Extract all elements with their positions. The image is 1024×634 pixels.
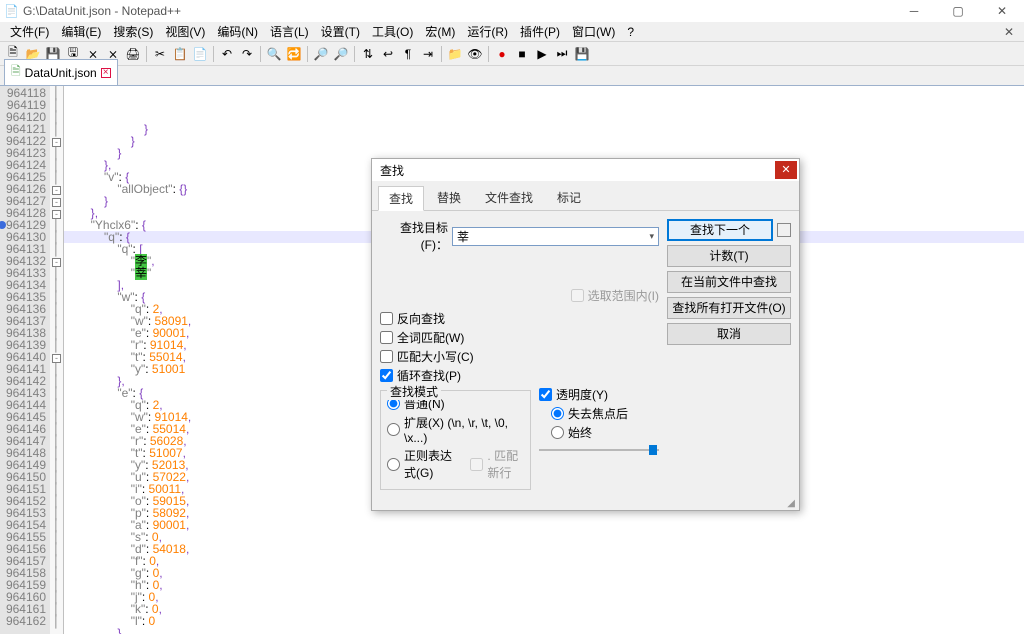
- find-target-label: 查找目标(F)：: [380, 219, 452, 253]
- trans-onlose-radio[interactable]: [551, 407, 564, 420]
- menubar-close-icon[interactable]: ✕: [998, 25, 1020, 39]
- mode-extended-radio[interactable]: [387, 423, 400, 436]
- dialog-close-button[interactable]: ✕: [775, 161, 797, 179]
- tab-label: DataUnit.json: [25, 66, 97, 80]
- redo-icon[interactable]: ↷: [238, 45, 256, 63]
- titlebar: 📄 G:\DataUnit.json - Notepad++ ─ ▢ ✕: [0, 0, 1024, 22]
- tab-find[interactable]: 查找: [378, 186, 424, 211]
- search-mode-title: 查找模式: [387, 383, 441, 400]
- menu-plugins[interactable]: 插件(P): [514, 21, 566, 42]
- menu-run[interactable]: 运行(R): [461, 21, 514, 42]
- paste-icon[interactable]: 📄: [191, 45, 209, 63]
- menu-encoding[interactable]: 编码(N): [211, 21, 264, 42]
- transparency-slider[interactable]: [539, 445, 659, 455]
- monitor-icon[interactable]: 👁: [466, 45, 484, 63]
- menu-view[interactable]: 视图(V): [159, 21, 211, 42]
- menu-macro[interactable]: 宏(M): [419, 21, 461, 42]
- dot-newline-label: . 匹配新行: [487, 447, 524, 481]
- transparency-checkbox[interactable]: [539, 388, 552, 401]
- dot-newline-checkbox: [470, 458, 483, 471]
- trans-always-radio[interactable]: [551, 426, 564, 439]
- zoomin-icon[interactable]: 🔎: [312, 45, 330, 63]
- stop-icon[interactable]: ■: [513, 45, 531, 63]
- in-selection-label: 选取范围内(I): [588, 287, 659, 304]
- transparency-title: 透明度(Y): [556, 386, 608, 403]
- count-button[interactable]: 计数(T): [667, 245, 791, 267]
- cut-icon[interactable]: ✂: [151, 45, 169, 63]
- menu-window[interactable]: 窗口(W): [566, 21, 621, 42]
- dialog-title: 查找: [380, 162, 404, 179]
- play-icon[interactable]: ▶: [533, 45, 551, 63]
- menu-lang[interactable]: 语言(L): [264, 21, 315, 42]
- trans-always-label: 始终: [568, 424, 592, 441]
- indent-icon[interactable]: ⇥: [419, 45, 437, 63]
- rec-icon[interactable]: ●: [493, 45, 511, 63]
- zoomout-icon[interactable]: 🔎: [332, 45, 350, 63]
- tab-file-icon: 🗎: [11, 62, 21, 83]
- line-gutter[interactable]: 9641189641199641209641219641229641239641…: [0, 86, 50, 634]
- wrap-icon[interactable]: ↩: [379, 45, 397, 63]
- resize-grip-icon[interactable]: ◢: [372, 498, 799, 510]
- close-button[interactable]: ✕: [980, 0, 1024, 22]
- menu-settings[interactable]: 设置(T): [315, 21, 366, 42]
- match-case-label: 匹配大小写(C): [397, 348, 474, 365]
- dialog-titlebar[interactable]: 查找 ✕: [372, 159, 799, 181]
- window-title: G:\DataUnit.json - Notepad++: [23, 4, 181, 18]
- find-target-input[interactable]: 莘 ▾: [452, 227, 659, 246]
- menu-file[interactable]: 文件(F): [4, 21, 55, 42]
- playmulti-icon[interactable]: ⏭: [553, 45, 571, 63]
- match-case-checkbox[interactable]: [380, 350, 393, 363]
- menubar: 文件(F) 编辑(E) 搜索(S) 视图(V) 编码(N) 语言(L) 设置(T…: [0, 22, 1024, 42]
- tab-mark[interactable]: 标记: [546, 185, 592, 210]
- wrap-checkbox[interactable]: [380, 369, 393, 382]
- menu-tools[interactable]: 工具(O): [366, 21, 419, 42]
- savemacro-icon[interactable]: 💾: [573, 45, 591, 63]
- find-icon[interactable]: 🔍: [265, 45, 283, 63]
- find-dialog: 查找 ✕ 查找 替换 文件查找 标记 查找目标(F)： 莘 ▾ 选取范围内(I)…: [371, 158, 800, 511]
- cancel-button[interactable]: 取消: [667, 323, 791, 345]
- menu-edit[interactable]: 编辑(E): [55, 21, 107, 42]
- folder-icon[interactable]: 📁: [446, 45, 464, 63]
- document-tabs: 🗎 DataUnit.json ×: [0, 66, 1024, 86]
- sync-icon[interactable]: ⇅: [359, 45, 377, 63]
- dialog-tabs: 查找 替换 文件查找 标记: [372, 181, 799, 211]
- chevron-down-icon[interactable]: ▾: [649, 231, 654, 242]
- find-target-value: 莘: [457, 228, 469, 245]
- reverse-label: 反向查找: [397, 310, 445, 327]
- find-in-all-open-button[interactable]: 查找所有打开文件(O): [667, 297, 791, 319]
- minimize-button[interactable]: ─: [892, 0, 936, 22]
- menu-help[interactable]: ?: [621, 23, 640, 41]
- find-in-current-button[interactable]: 在当前文件中查找: [667, 271, 791, 293]
- maximize-button[interactable]: ▢: [936, 0, 980, 22]
- showall-icon[interactable]: ¶: [399, 45, 417, 63]
- tab-dataunit[interactable]: 🗎 DataUnit.json ×: [4, 59, 118, 85]
- undo-icon[interactable]: ↶: [218, 45, 236, 63]
- find-next-button[interactable]: 查找下一个: [667, 219, 773, 241]
- print-icon[interactable]: 🖨: [124, 45, 142, 63]
- mode-regex-radio[interactable]: [387, 458, 400, 471]
- tab-findinfiles[interactable]: 文件查找: [474, 185, 544, 210]
- reverse-checkbox[interactable]: [380, 312, 393, 325]
- tab-replace[interactable]: 替换: [426, 185, 472, 210]
- whole-word-label: 全词匹配(W): [397, 329, 464, 346]
- replace-icon[interactable]: 🔁: [285, 45, 303, 63]
- fold-column[interactable]: ││││-│││---│││-│││││││-│││││││││││││││││…: [50, 86, 64, 634]
- copy-icon[interactable]: 📋: [171, 45, 189, 63]
- wrap-label: 循环查找(P): [397, 367, 461, 384]
- toolbar: 🗎 📂 💾 🖫 ⨯ ⨯ 🖨 ✂ 📋 📄 ↶ ↷ 🔍 🔁 🔎 🔎 ⇅ ↩ ¶ ⇥ …: [0, 42, 1024, 66]
- find-next-aux-checkbox[interactable]: [777, 223, 791, 237]
- mode-extended-label: 扩展(X) (\n, \r, \t, \0, \x...): [404, 414, 524, 445]
- trans-onlose-label: 失去焦点后: [568, 405, 628, 422]
- whole-word-checkbox[interactable]: [380, 331, 393, 344]
- tab-close-icon[interactable]: ×: [101, 68, 111, 78]
- mode-regex-label: 正则表达式(G): [404, 447, 456, 481]
- menu-search[interactable]: 搜索(S): [107, 21, 159, 42]
- in-selection-checkbox: [571, 289, 584, 302]
- app-icon: 📄: [4, 4, 19, 18]
